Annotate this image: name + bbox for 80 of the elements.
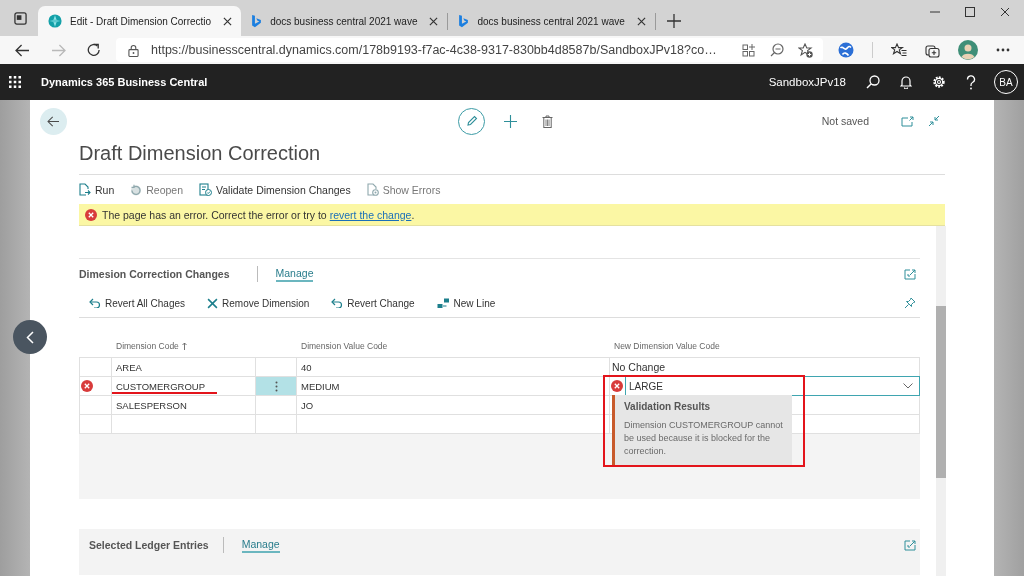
action-button[interactable]: Revert All Chages [89, 297, 186, 309]
action-button[interactable]: Revert Change [331, 297, 415, 309]
settings-icon[interactable] [932, 75, 946, 89]
undo-icon[interactable] [331, 298, 344, 308]
close-icon[interactable] [223, 16, 233, 26]
table-cell: AREA [116, 361, 142, 373]
page-title: Draft Dimension Correction [79, 141, 321, 166]
back-arrow-icon[interactable] [14, 43, 30, 57]
back-arrow-icon [47, 115, 60, 127]
section-title: Dimesion Correction Changes [79, 268, 230, 280]
table-cell: JO [301, 399, 314, 411]
back-button[interactable] [40, 107, 67, 135]
pencil-icon [465, 115, 478, 127]
column-header[interactable]: Dimension Code [112, 341, 256, 351]
action-button[interactable]: Run [79, 183, 115, 196]
table-cell: No Change [612, 361, 666, 373]
close-icon[interactable] [429, 16, 439, 26]
maximize-icon[interactable] [965, 7, 975, 17]
new-tab-icon[interactable] [666, 14, 681, 28]
error-icon [85, 208, 97, 221]
trash-icon[interactable] [542, 114, 553, 128]
popover-title: Validation Results [624, 401, 712, 412]
new-line-icon[interactable] [436, 297, 450, 309]
favorites-icon[interactable] [891, 43, 907, 57]
plus-icon[interactable] [504, 114, 517, 128]
apps-icon[interactable] [742, 43, 756, 57]
expand-icon[interactable] [904, 539, 916, 551]
error-message: The page has an error. Correct the error or try to revert the change. [102, 208, 415, 221]
table-cell: CUSTOMERGROUP [116, 380, 206, 392]
add-favorite-icon[interactable] [798, 42, 813, 58]
close-icon[interactable] [1000, 7, 1010, 17]
site-logo-icon [251, 14, 263, 28]
bell-icon[interactable] [900, 75, 912, 89]
close-icon[interactable] [636, 16, 646, 26]
environment-name: SandboxJPv18 [768, 76, 846, 88]
profile-avatar-icon[interactable] [958, 40, 978, 60]
waffle-menu-icon[interactable] [9, 76, 21, 88]
browser-tab[interactable]: docs business central 2021 wave [241, 6, 448, 36]
pop-out-icon[interactable] [901, 115, 914, 127]
collapse-icon[interactable] [928, 115, 940, 127]
previous-button[interactable] [13, 320, 47, 354]
scrollbar-thumb[interactable] [936, 306, 946, 478]
help-icon[interactable] [966, 74, 976, 90]
zoom-out-icon[interactable] [770, 43, 784, 57]
popover-message: Dimension CUSTOMERGROUP cannot be used because it is blocked for the correction. [624, 419, 784, 458]
globe-icon[interactable] [838, 42, 854, 58]
collections-icon[interactable] [925, 42, 940, 58]
refresh-icon[interactable] [87, 43, 101, 57]
product-name[interactable]: Dynamics 365 Business Central [41, 76, 208, 88]
action-button[interactable]: New Line [436, 297, 496, 309]
error-icon [81, 380, 93, 392]
search-icon[interactable] [866, 75, 880, 89]
expand-icon[interactable] [904, 268, 916, 280]
round-logo-icon [48, 14, 62, 28]
table-cell: MEDIUM [301, 380, 340, 392]
browser-tab[interactable]: Edit - Draft Dimension Correctio [38, 6, 242, 36]
table-cell: SALESPERSON [116, 399, 187, 411]
lock-icon[interactable] [128, 43, 139, 57]
manage-tab[interactable]: Manage [241, 537, 280, 553]
section-title: Selected Ledger Entries [89, 539, 209, 551]
action-button[interactable]: Validate Dimension Changes [199, 183, 351, 196]
validate-icon[interactable] [199, 183, 213, 196]
chevron-left-icon [26, 330, 34, 344]
tab-actions-icon[interactable] [14, 11, 27, 25]
run-icon[interactable] [79, 183, 91, 196]
pin-icon[interactable] [904, 297, 916, 309]
remove-icon[interactable] [207, 297, 219, 309]
column-header[interactable]: New Dimension Value Code [610, 341, 920, 351]
browser-tab[interactable]: docs business central 2021 wave [448, 6, 655, 36]
save-status: Not saved [821, 115, 869, 127]
more-icon[interactable] [996, 48, 1010, 52]
table-cell: 40 [301, 361, 312, 373]
manage-tab[interactable]: Manage [275, 266, 314, 282]
action-button[interactable]: Remove Dimension [207, 297, 310, 309]
more-vertical-icon[interactable] [274, 380, 278, 392]
undo-icon[interactable] [89, 298, 101, 308]
address-bar[interactable]: https://businesscentral.dynamics.com/178b9193-f7ac-4c38-9317-830bb4d8587b/SandboxJPv18?co… [116, 38, 823, 62]
chevron-down-icon[interactable] [903, 383, 913, 389]
column-header[interactable]: Dimension Value Code [297, 341, 610, 351]
site-logo-icon [458, 14, 470, 28]
